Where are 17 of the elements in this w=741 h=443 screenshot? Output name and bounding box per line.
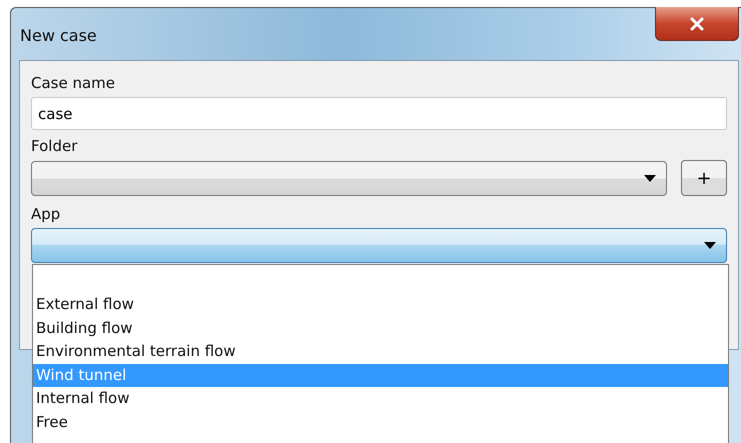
- caret-icon: [704, 242, 716, 249]
- window-title: New case: [20, 26, 97, 45]
- dropdown-option[interactable]: Building flow: [33, 316, 728, 340]
- app-dropdown[interactable]: [31, 228, 727, 263]
- caret-icon: [644, 174, 656, 182]
- close-icon: [689, 16, 705, 30]
- dropdown-option[interactable]: External flow: [33, 293, 728, 316]
- folder-label: Folder: [31, 136, 78, 156]
- folder-dropdown[interactable]: [31, 160, 667, 196]
- dropdown-option[interactable]: Free: [33, 410, 728, 434]
- dropdown-option[interactable]: Environmental terrain flow: [33, 340, 728, 364]
- case-name-field[interactable]: case: [31, 97, 727, 130]
- app-label: App: [31, 204, 62, 224]
- close-button[interactable]: [655, 7, 739, 41]
- add-folder-button[interactable]: +: [681, 160, 727, 196]
- dropdown-option[interactable]: Internal flow: [33, 387, 728, 410]
- case-name-label: Case name: [31, 73, 116, 93]
